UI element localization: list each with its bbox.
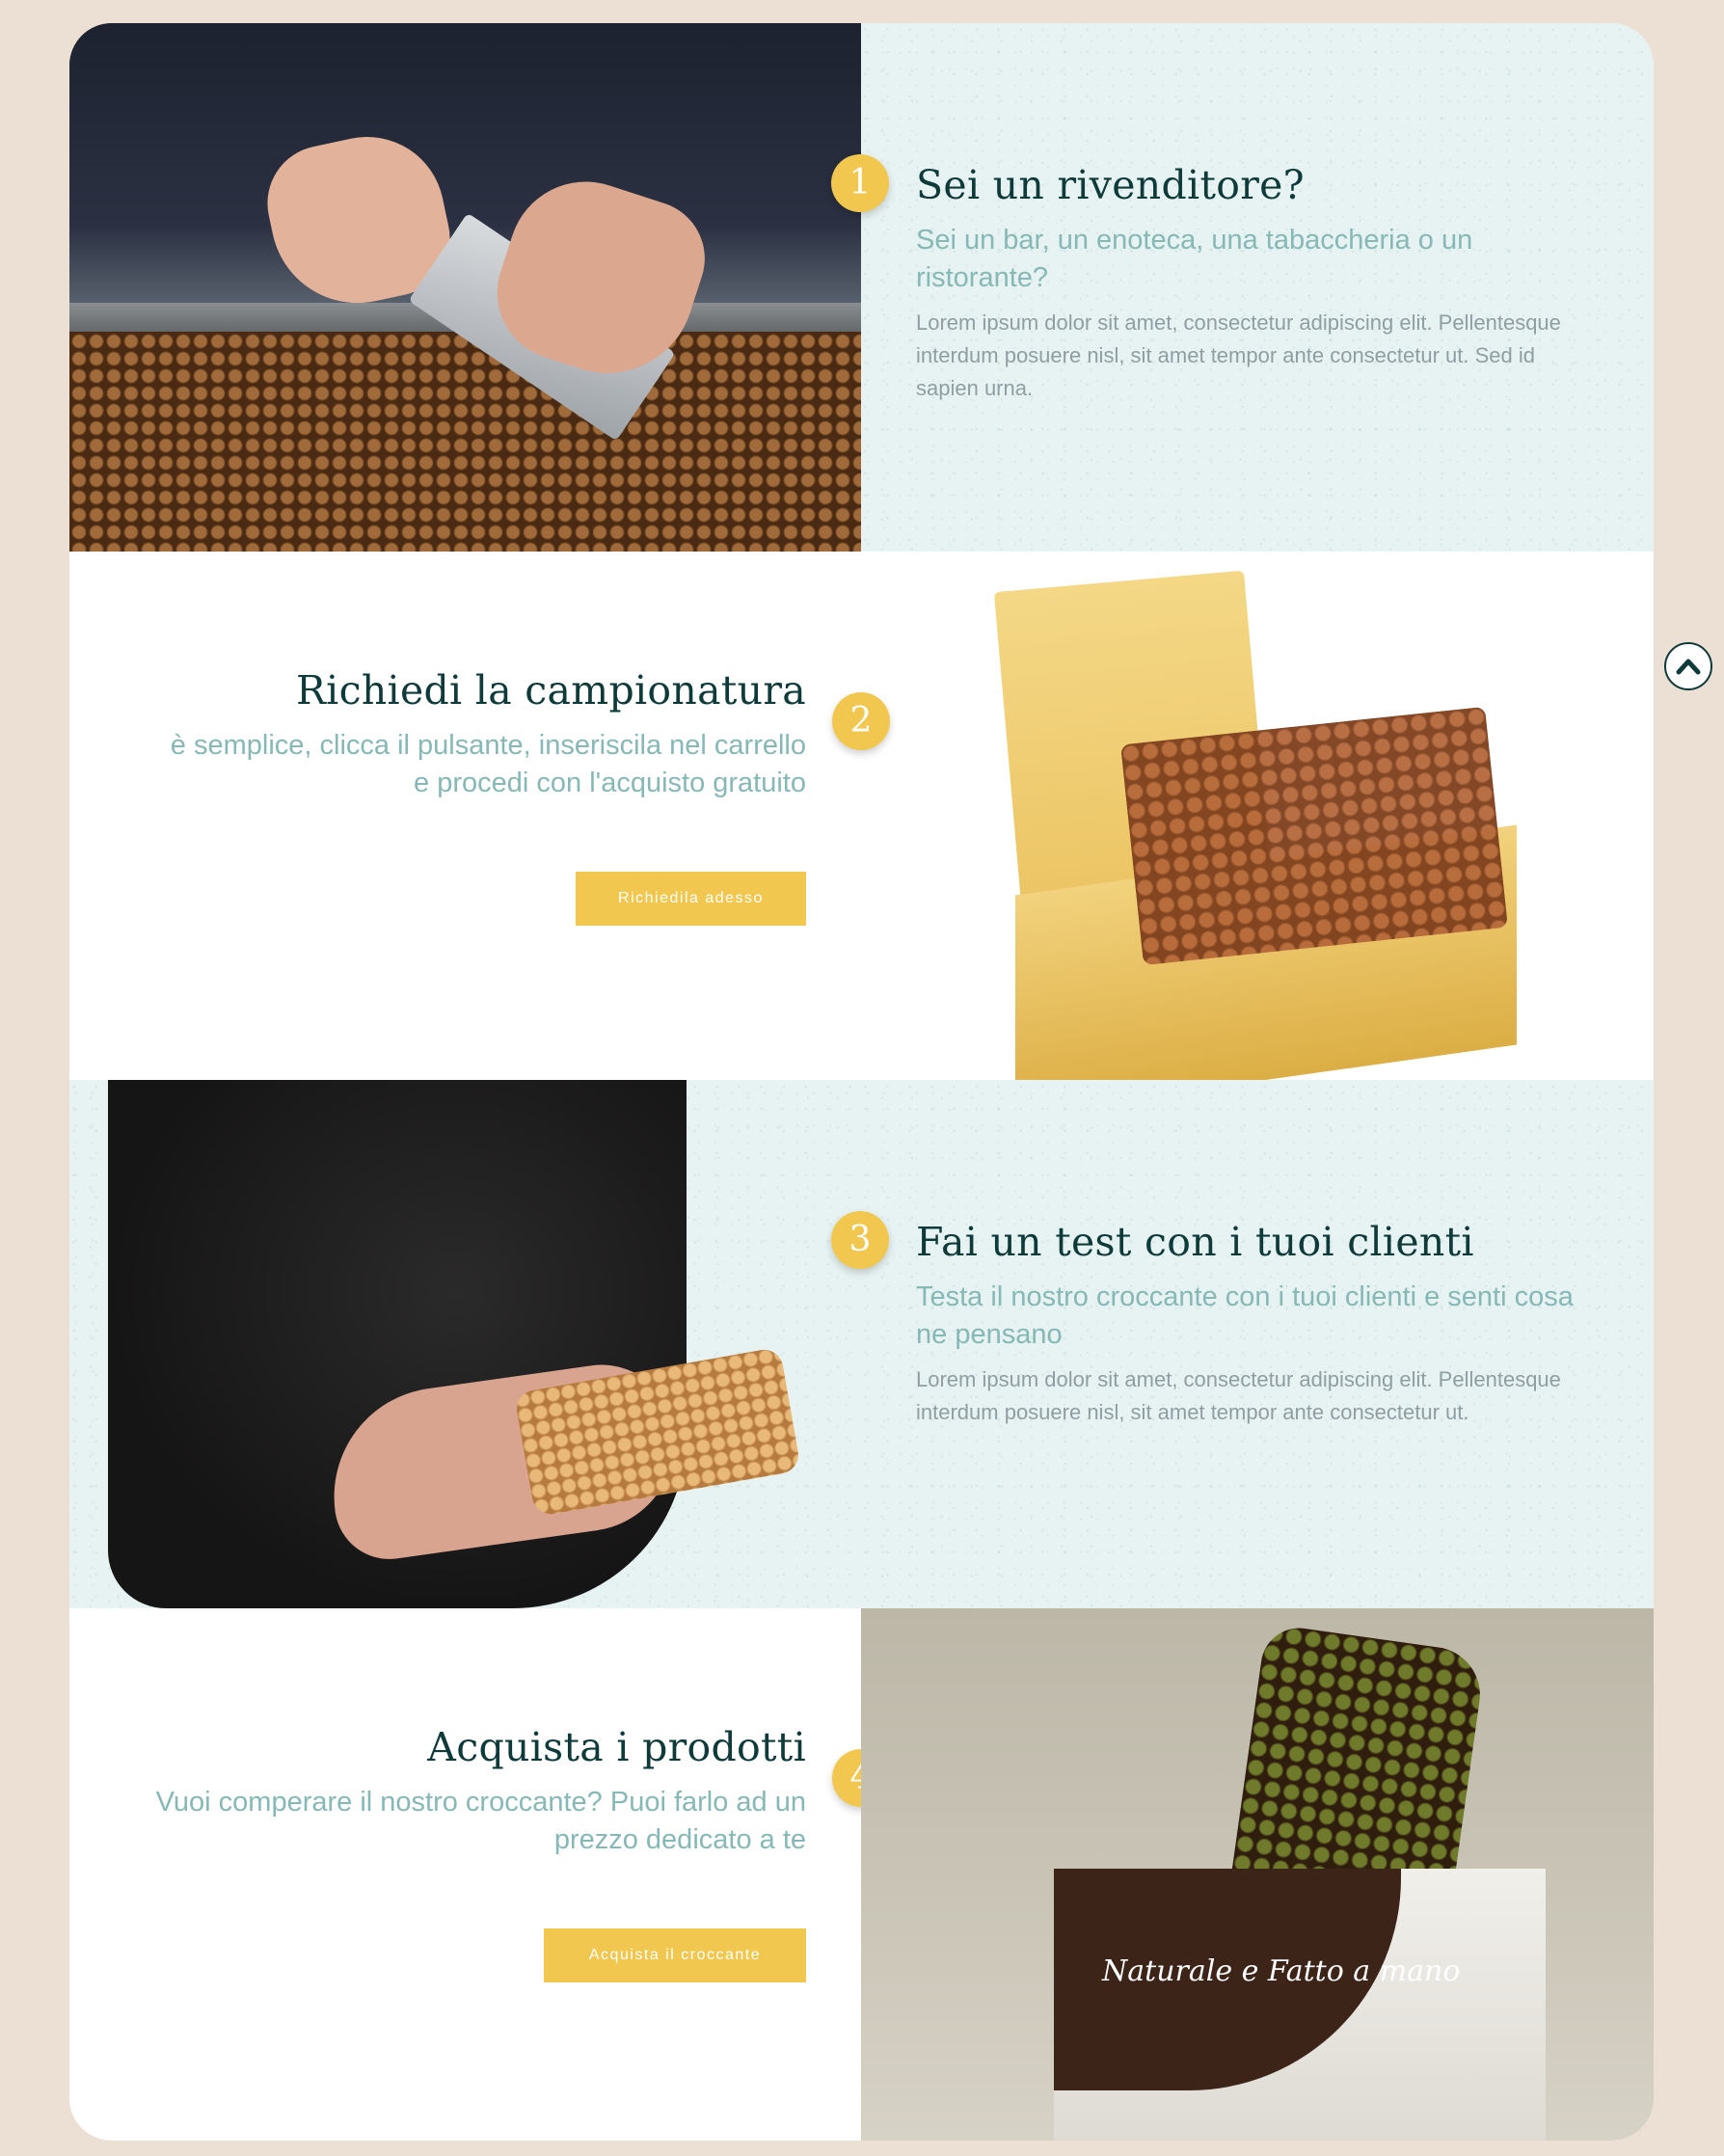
step-2-section: Richiedi la campionatura è semplice, cli… xyxy=(69,552,1654,1116)
step-4-panel: Acquista i prodotti Vuoi comperare il no… xyxy=(69,1608,861,2141)
step-2-subtitle: è semplice, clicca il pulsante, inserisc… xyxy=(170,730,806,798)
step-3-body: Lorem ipsum dolor sit amet, consectetur … xyxy=(916,1367,1561,1424)
step-3-subtitle: Testa il nostro croccante con i tuoi cli… xyxy=(916,1281,1574,1350)
step-1-badge: 1 xyxy=(831,154,889,212)
step-3-panel: 3 Fai un test con i tuoi clienti Testa i… xyxy=(831,1080,1654,1608)
buy-brittle-button[interactable]: Acquista il croccante xyxy=(544,1928,806,1982)
bag-script-text: Naturale e Fatto a mano xyxy=(1102,1954,1461,1988)
step-1-title: Sei un rivenditore? xyxy=(916,162,1305,208)
step-3-badge: 3 xyxy=(831,1211,889,1269)
step-4-section: Acquista i prodotti Vuoi comperare il no… xyxy=(69,1608,1654,2141)
step-2-title: Richiedi la campionatura xyxy=(295,667,806,714)
step-3-section: 3 Fai un test con i tuoi clienti Testa i… xyxy=(69,1080,1654,1608)
step-1-body: Lorem ipsum dolor sit amet, consectetur … xyxy=(916,310,1561,400)
step-3-title: Fai un test con i tuoi clienti xyxy=(916,1219,1474,1265)
sample-box-photo xyxy=(861,552,1654,1116)
scroll-to-top-button[interactable] xyxy=(1664,642,1712,690)
chevron-up-icon xyxy=(1676,659,1701,675)
pistachio-brittle-bag-photo: Naturale e Fatto a mano xyxy=(861,1608,1654,2141)
chef-holding-brittle-photo xyxy=(69,1080,861,1608)
step-1-subtitle: Sei un bar, un enoteca, una tabaccheria … xyxy=(916,225,1473,293)
knife-cutting-brittle-photo xyxy=(69,23,861,552)
step-4-title: Acquista i prodotti xyxy=(427,1724,806,1770)
step-1-section: 1 Sei un rivenditore? Sei un bar, un eno… xyxy=(69,23,1654,552)
step-4-subtitle: Vuoi comperare il nostro croccante? Puoi… xyxy=(155,1787,806,1855)
request-sample-button[interactable]: Richiedila adesso xyxy=(576,872,806,926)
step-1-panel: 1 Sei un rivenditore? Sei un bar, un eno… xyxy=(831,23,1654,552)
step-2-panel: Richiedi la campionatura è semplice, cli… xyxy=(69,552,861,1080)
content-frame: 1 Sei un rivenditore? Sei un bar, un eno… xyxy=(69,23,1654,2141)
